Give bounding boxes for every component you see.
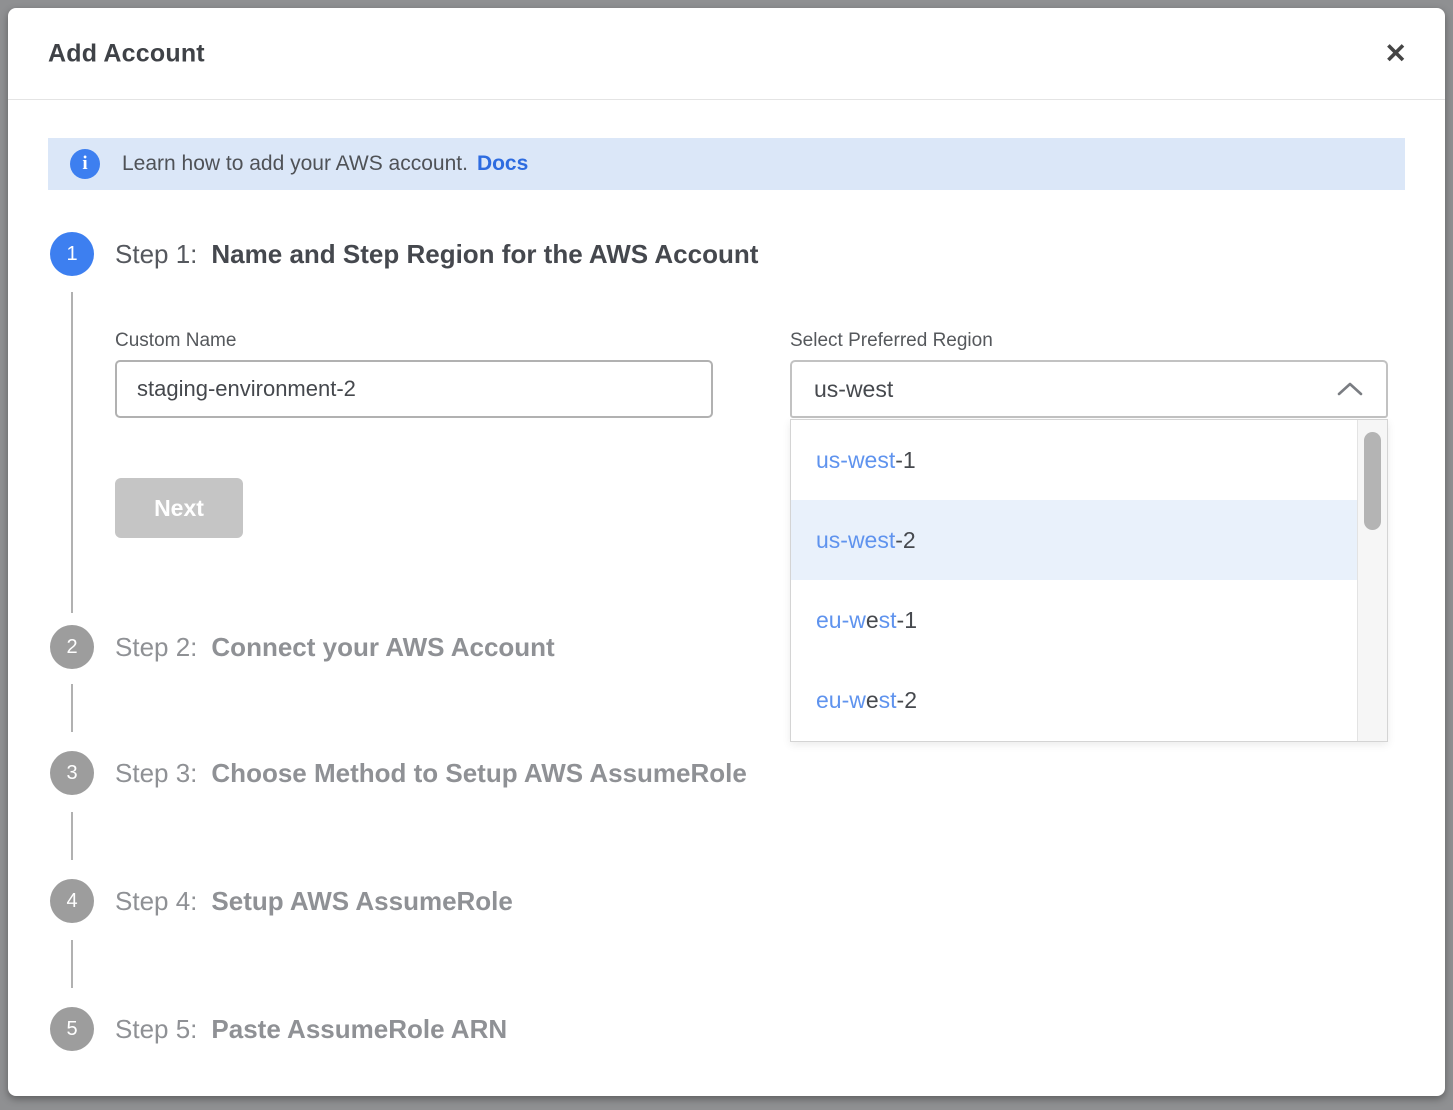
step-connector-4-5 <box>71 940 73 988</box>
step-1-number: 1 <box>66 243 77 266</box>
region-select[interactable]: us-west <box>790 360 1388 418</box>
region-label: Select Preferred Region <box>790 330 993 352</box>
step-1-title: Name and Step Region for the AWS Account <box>211 239 758 269</box>
step-5-prefix: Step 5: <box>115 1014 197 1044</box>
step-1-prefix: Step 1: <box>115 239 197 269</box>
dropdown-option-eu-west-2[interactable]: eu-west-2 <box>791 660 1357 740</box>
option-text: eu-west-1 <box>816 607 917 634</box>
step-3-prefix: Step 3: <box>115 758 197 788</box>
step-2-heading: Step 2: Connect your AWS Account <box>115 632 555 663</box>
chevron-up-icon <box>1336 381 1364 397</box>
docs-link[interactable]: Docs <box>477 152 528 176</box>
step-2-title: Connect your AWS Account <box>211 632 554 662</box>
dropdown-option-us-west-2[interactable]: us-west-2 <box>791 500 1357 580</box>
next-button[interactable]: Next <box>115 478 243 538</box>
modal-title: Add Account <box>48 39 205 68</box>
dropdown-option-us-west-1[interactable]: us-west-1 <box>791 420 1357 500</box>
info-banner: i Learn how to add your AWS account. Doc… <box>48 138 1405 190</box>
info-icon: i <box>70 149 100 179</box>
custom-name-label: Custom Name <box>115 330 236 352</box>
step-2-number: 2 <box>66 636 77 659</box>
option-text: eu-west-2 <box>816 687 917 714</box>
step-3-heading: Step 3: Choose Method to Setup AWS Assume… <box>115 758 747 789</box>
step-connector-2-3 <box>71 684 73 732</box>
modal-header: Add Account ✕ <box>8 8 1445 100</box>
close-icon[interactable]: ✕ <box>1384 40 1407 67</box>
step-1-indicator: 1 <box>50 232 94 276</box>
step-4-heading: Step 4: Setup AWS AssumeRole <box>115 886 513 917</box>
step-3-indicator: 3 <box>50 751 94 795</box>
dropdown-option-eu-west-1[interactable]: eu-west-1 <box>791 580 1357 660</box>
add-account-modal: Add Account ✕ i Learn how to add your AW… <box>8 8 1445 1096</box>
step-4-number: 4 <box>66 890 77 913</box>
step-5-title: Paste AssumeRole ARN <box>211 1014 507 1044</box>
step-5-indicator: 5 <box>50 1007 94 1051</box>
step-5-number: 5 <box>66 1018 77 1041</box>
option-text: us-west-1 <box>816 447 916 474</box>
step-2-prefix: Step 2: <box>115 632 197 662</box>
step-4-title: Setup AWS AssumeRole <box>211 886 512 916</box>
step-connector-1-2 <box>71 292 73 613</box>
step-4-indicator: 4 <box>50 879 94 923</box>
banner-text: Learn how to add your AWS account. <box>122 152 468 176</box>
step-5-heading: Step 5: Paste AssumeRole ARN <box>115 1014 507 1045</box>
dropdown-scrollbar-track[interactable] <box>1357 420 1387 741</box>
option-text: us-west-2 <box>816 527 916 554</box>
step-3-number: 3 <box>66 762 77 785</box>
step-2-indicator: 2 <box>50 625 94 669</box>
step-3-title: Choose Method to Setup AWS AssumeRole <box>211 758 746 788</box>
custom-name-input[interactable] <box>115 360 713 418</box>
region-select-value: us-west <box>814 376 893 403</box>
region-dropdown: us-west-1 us-west-2 eu-west-1 eu-west-2 <box>790 419 1388 742</box>
step-4-prefix: Step 4: <box>115 886 197 916</box>
dropdown-scrollbar-thumb[interactable] <box>1364 432 1381 530</box>
step-connector-3-4 <box>71 812 73 860</box>
step-1-heading: Step 1: Name and Step Region for the AWS … <box>115 239 758 270</box>
